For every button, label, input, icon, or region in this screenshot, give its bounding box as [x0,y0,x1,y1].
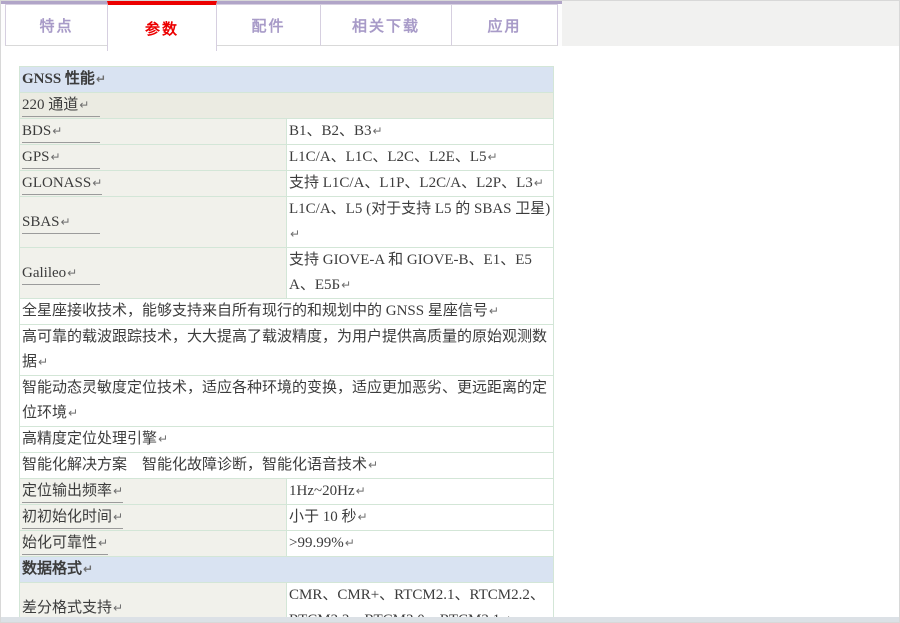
spec-text-cell: 高精度定位处理引擎↵ [20,427,554,453]
return-mark-icon: ↵ [113,484,123,498]
underlined-label: BDS↵ [22,121,100,143]
return-mark-icon: ↵ [83,562,93,576]
tab-content-area: GNSS 性能↵220 通道↵ BDS↵ B1、B2、B3↵ GPS↵ L1C/A、L1… [1,46,899,622]
return-mark-icon: ↵ [158,432,168,446]
tab-label: 应用 [487,15,521,36]
table-row: 数据格式↵ [20,557,554,583]
spec-value-cell: 支持 GIOVE-A 和 GIOVE-B、E1、E5A、E5Б↵ [287,248,554,299]
spec-value-cell: L1C/A、L5 (对于支持 L5 的 SBAS 卫星) ↵ [287,197,554,248]
tab-label: 特点 [39,15,73,36]
return-mark-icon: ↵ [113,510,123,524]
spec-text-cell: 智能动态灵敏度定位技术，适应各种环境的变换，适应更加恶劣、更远距离的定位环境↵ [20,376,554,427]
return-mark-icon: ↵ [61,215,71,229]
return-mark-icon: ↵ [96,72,106,86]
spec-label-cell: SBAS↵ [20,197,287,248]
spec-value-cell: B1、B2、B3↵ [287,119,554,145]
return-mark-icon: ↵ [290,227,300,241]
underlined-label: GPS↵ [22,147,100,169]
tab-features[interactable]: 特点 [5,4,108,46]
spec-label-cell: BDS↵ [20,119,287,145]
table-row: 智能动态灵敏度定位技术，适应各种环境的变换，适应更加恶劣、更远距离的定位环境↵ [20,376,554,427]
spec-text-cell: 全星座接收技术，能够支持来自所有现行的和规划中的 GNSS 星座信号↵ [20,299,554,325]
return-mark-icon: ↵ [68,406,78,420]
return-mark-icon: ↵ [341,278,351,292]
return-mark-icon: ↵ [489,304,499,318]
underlined-label: GLONASS↵ [22,173,102,195]
spec-text-cell: 高可靠的载波跟踪技术，大大提高了载波精度，为用户提供高质量的原始观测数据↵ [20,325,554,376]
tab-downloads[interactable]: 相关下载 [320,4,452,46]
table-row: 始化可靠性↵ >99.99%↵ [20,531,554,557]
spec-value-cell: >99.99%↵ [287,531,554,557]
spec-label-cell: 定位输出频率↵ [20,479,287,505]
return-mark-icon: ↵ [488,150,498,164]
table-row: 定位输出频率↵ 1Hz~20Hz↵ [20,479,554,505]
tab-label: 相关下载 [352,15,420,36]
return-mark-icon: ↵ [534,176,544,190]
return-mark-icon: ↵ [67,266,77,280]
section-header-cell: 数据格式↵ [20,557,554,583]
table-row: 智能化解决方案 智能化故障诊断，智能化语音技术↵ [20,453,554,479]
spec-label-cell: GPS↵ [20,145,287,171]
table-row: GLONASS↵ 支持 L1C/A、L1P、L2C/A、L2P、L3↵ [20,171,554,197]
return-mark-icon: ↵ [368,458,378,472]
return-mark-icon: ↵ [51,150,61,164]
tab-accessories[interactable]: 配件 [216,4,321,46]
page-bottom-edge [1,617,899,622]
table-row: 220 通道↵ [20,93,554,119]
return-mark-icon: ↵ [98,536,108,550]
tab-bar: 特点 参数 配件 相关下载 应用 [1,1,899,47]
return-mark-icon: ↵ [358,510,368,524]
table-row: 全星座接收技术，能够支持来自所有现行的和规划中的 GNSS 星座信号↵ [20,299,554,325]
spec-table: GNSS 性能↵220 通道↵ BDS↵ B1、B2、B3↵ GPS↵ L1C/A、L1… [19,66,554,623]
tab-applications[interactable]: 应用 [451,4,558,46]
spec-value-cell: 小于 10 秒↵ [287,505,554,531]
underlined-label: SBAS↵ [22,212,100,234]
return-mark-icon: ↵ [79,98,89,112]
return-mark-icon: ↵ [345,536,355,550]
return-mark-icon: ↵ [113,601,123,615]
return-mark-icon: ↵ [92,176,102,190]
spec-label-cell: Galileo↵ [20,248,287,299]
section-header-cell: GNSS 性能↵ [20,67,554,93]
return-mark-icon: ↵ [356,484,366,498]
table-row: 高精度定位处理引擎↵ [20,427,554,453]
return-mark-icon: ↵ [52,124,62,138]
table-row: GPS↵ L1C/A、L1C、L2C、L2E、L5↵ [20,145,554,171]
return-mark-icon: ↵ [373,124,383,138]
table-row: 初初始化时间↵ 小于 10 秒↵ [20,505,554,531]
spec-value-cell: L1C/A、L1C、L2C、L2E、L5↵ [287,145,554,171]
table-row: GNSS 性能↵ [20,67,554,93]
underlined-label: 始化可靠性↵ [22,533,108,555]
tab-label: 参数 [145,18,179,39]
underlined-label: 定位输出频率↵ [22,481,123,503]
table-row: BDS↵ B1、B2、B3↵ [20,119,554,145]
table-row: 高可靠的载波跟踪技术，大大提高了载波精度，为用户提供高质量的原始观测数据↵ [20,325,554,376]
spec-label-cell: GLONASS↵ [20,171,287,197]
table-row: SBAS↵ L1C/A、L5 (对于支持 L5 的 SBAS 卫星) ↵ [20,197,554,248]
product-spec-page: 特点 参数 配件 相关下载 应用 GNSS 性能↵220 通道↵ BDS↵ B1、B… [0,0,900,623]
tab-parameters[interactable]: 参数 [107,1,217,51]
table-row: Galileo↵ 支持 GIOVE-A 和 GIOVE-B、E1、E5A、E5Б↵ [20,248,554,299]
spec-table-body: GNSS 性能↵220 通道↵ BDS↵ B1、B2、B3↵ GPS↵ L1C/A、L1… [20,67,554,623]
underlined-label: 220 通道↵ [22,95,100,117]
return-mark-icon: ↵ [38,355,48,369]
underlined-label: Galileo↵ [22,263,100,285]
spec-label-cell: 初初始化时间↵ [20,505,287,531]
underlined-label: 初初始化时间↵ [22,507,123,529]
tab-strip: 特点 参数 配件 相关下载 应用 [1,1,562,46]
spec-value-cell: 支持 L1C/A、L1P、L2C/A、L2P、L3↵ [287,171,554,197]
spec-value-cell: 1Hz~20Hz↵ [287,479,554,505]
spec-label-cell: 始化可靠性↵ [20,531,287,557]
spec-text-cell: 智能化解决方案 智能化故障诊断，智能化语音技术↵ [20,453,554,479]
spec-text-cell: 220 通道↵ [20,93,554,119]
tab-label: 配件 [251,15,285,36]
